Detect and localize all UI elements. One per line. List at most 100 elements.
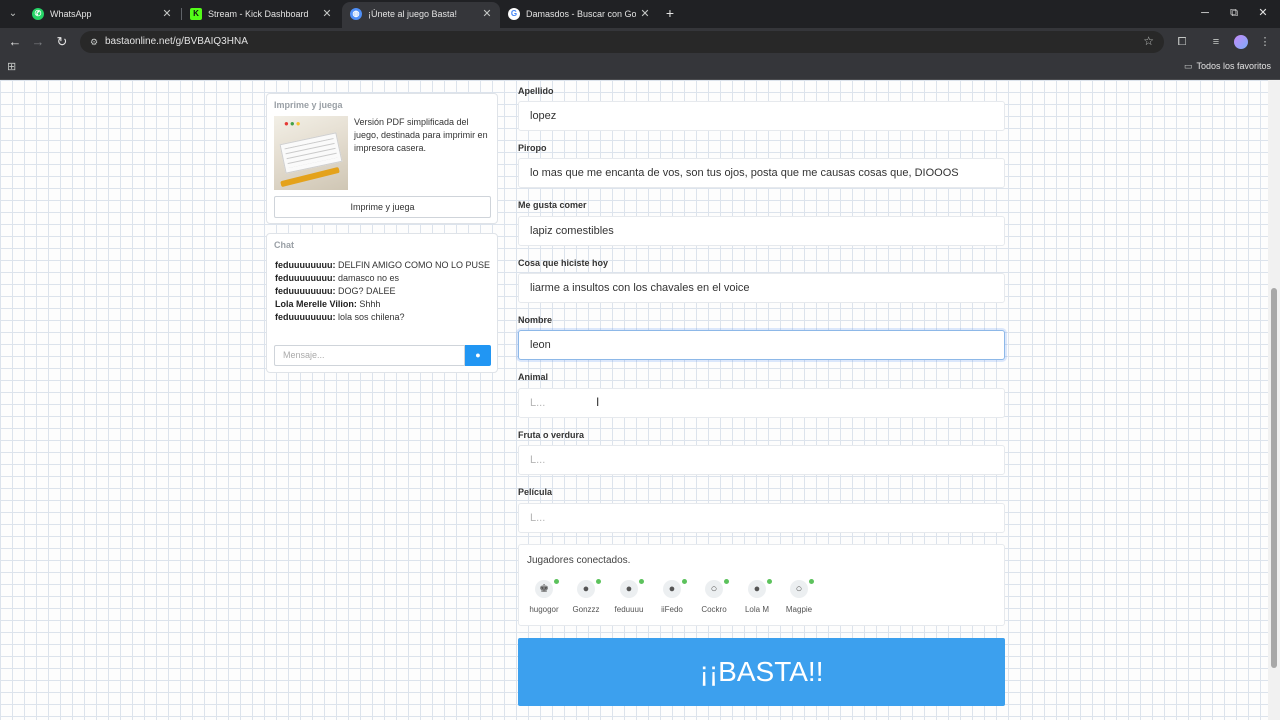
input-pelicula[interactable]: L... xyxy=(518,503,1005,533)
whatsapp-icon: ✆ xyxy=(32,8,44,20)
profile-avatar[interactable] xyxy=(1234,35,1248,49)
players-title: Jugadores conectados. xyxy=(527,555,631,566)
label-animal: Animal xyxy=(518,372,549,382)
text-cursor-icon: I xyxy=(596,395,600,409)
chat-text: damasco no es xyxy=(335,273,400,283)
tab-basta[interactable]: ◍ ¡Únete al juego Basta! ✕ xyxy=(342,2,500,28)
input-cosa-que-hiciste-hoy[interactable]: liarme a insultos con los chavales en el… xyxy=(518,273,1005,303)
tab-title: Stream - Kick Dashboard xyxy=(208,9,309,19)
chat-messages: feduuuuuuuu: DELFIN AMIGO COMO NO LO PUS… xyxy=(275,259,490,324)
tab-whatsapp[interactable]: ✆ WhatsApp ✕ xyxy=(24,2,180,28)
reload-icon[interactable]: ↻ xyxy=(53,33,71,51)
chat-user: Lola Merelle Vilion: xyxy=(275,299,357,309)
tab-kick[interactable]: K Stream - Kick Dashboard ✕ xyxy=(182,2,340,28)
site-info-icon[interactable]: ⚙ xyxy=(88,36,100,48)
chat-send-button[interactable]: ● xyxy=(465,345,491,366)
bookmarks-bar: ⊞ ▭ Todos los favoritos xyxy=(0,56,1280,80)
close-window-icon[interactable]: ✕ xyxy=(1248,4,1278,22)
extensions-icon[interactable]: ⧠ xyxy=(1173,33,1191,51)
basta-button[interactable]: ¡¡BASTA!! xyxy=(518,638,1005,706)
maximize-icon[interactable]: ⧉ xyxy=(1219,4,1249,22)
speech-bubble-icon: ● xyxy=(475,350,481,360)
input-animal[interactable]: L... xyxy=(518,388,1005,418)
tab-search-chevron-icon[interactable]: ⌄ xyxy=(4,5,22,23)
chat-text: Shhh xyxy=(356,299,381,309)
chat-text: DELFIN AMIGO COMO NO LO PUSE xyxy=(335,260,491,270)
input-nombre[interactable]: leon xyxy=(518,330,1005,360)
chat-message: feduuuuuuuu: damasco no es xyxy=(275,272,490,285)
address-bar[interactable]: ⚙ bastaonline.net/g/BVBAIQ3HNA ☆ xyxy=(80,31,1164,53)
chat-message: feduuuuuuuu: DOG? DALEE xyxy=(275,285,490,298)
input-apellido[interactable]: lopez xyxy=(518,101,1005,131)
tab-google[interactable]: G Damasdos - Buscar con Google ✕ xyxy=(500,2,658,28)
tab-strip: ⌄ ✆ WhatsApp ✕ K Stream - Kick Dashboard… xyxy=(0,0,1280,28)
tab-title: WhatsApp xyxy=(50,9,92,19)
all-bookmarks-label: Todos los favoritos xyxy=(1196,61,1271,71)
input-fruta-o-verdura[interactable]: L... xyxy=(518,445,1005,475)
tab-title: Damasdos - Buscar con Google xyxy=(526,9,636,19)
label-cosa-que-hiciste-hoy: Cosa que hiciste hoy xyxy=(518,258,609,268)
user-icon: ○ xyxy=(705,580,723,598)
label-nombre: Nombre xyxy=(518,315,553,325)
chat-text: DOG? DALEE xyxy=(335,286,396,296)
minimize-icon[interactable]: ─ xyxy=(1190,4,1220,22)
chat-user: feduuuuuuuu: xyxy=(275,286,336,296)
all-bookmarks-button[interactable]: ▭ Todos los favoritos xyxy=(1184,61,1271,72)
online-dot xyxy=(809,579,814,584)
player-item[interactable]: ● Lola M xyxy=(739,579,775,620)
url-text: bastaonline.net/g/BVBAIQ3HNA xyxy=(105,36,248,47)
label-apellido: Apellido xyxy=(518,86,554,96)
close-tab-icon[interactable]: ✕ xyxy=(638,7,652,21)
user-crown-icon: ♚ xyxy=(535,580,553,598)
chat-message-input[interactable]: Mensaje... xyxy=(274,345,465,366)
google-icon: G xyxy=(508,8,520,20)
back-arrow-icon[interactable]: ← xyxy=(6,33,24,51)
logo-dots: ●●● xyxy=(284,119,302,128)
player-item[interactable]: ● Gonzzz xyxy=(568,579,604,620)
online-dot xyxy=(682,579,687,584)
input-me-gusta-comer[interactable]: lapiz comestibles xyxy=(518,216,1005,246)
player-item[interactable]: ○ Magpie xyxy=(781,579,817,620)
user-icon: ● xyxy=(620,580,638,598)
bookmark-star-icon[interactable]: ☆ xyxy=(1143,34,1154,48)
new-tab-plus-icon[interactable]: + xyxy=(662,5,678,21)
label-fruta-o-verdura: Fruta o verdura xyxy=(518,430,585,440)
online-dot xyxy=(724,579,729,584)
online-dot xyxy=(767,579,772,584)
chat-title: Chat xyxy=(274,240,294,250)
reading-list-icon[interactable]: ≡ xyxy=(1207,33,1225,51)
chat-message: feduuuuuuuu: lola sos chilena? xyxy=(275,311,490,324)
input-piropo[interactable]: lo mas que me encanta de vos, son tus oj… xyxy=(518,158,1005,188)
apps-grid-icon[interactable]: ⊞ xyxy=(7,61,19,73)
print-description: Versión PDF simplificada del juego, dest… xyxy=(354,117,488,153)
player-name: Magpie xyxy=(785,605,813,614)
scrollbar-thumb[interactable] xyxy=(1271,288,1277,668)
print-and-play-button[interactable]: Imprime y juega xyxy=(274,196,491,218)
basta-pdf-thumbnail: ●●● xyxy=(274,116,348,190)
tab-title: ¡Únete al juego Basta! xyxy=(368,9,458,19)
player-name: Lola M xyxy=(744,605,769,614)
globe-icon: ◍ xyxy=(350,8,362,20)
label-me-gusta-comer: Me gusta comer xyxy=(518,200,587,210)
browser-toolbar: ← → ↻ ⚙ bastaonline.net/g/BVBAIQ3HNA ☆ ⧠… xyxy=(0,28,1280,56)
player-name: feduuuu xyxy=(614,605,644,614)
label-pelicula: Película xyxy=(518,487,553,497)
user-icon: ● xyxy=(748,580,766,598)
online-dot xyxy=(639,579,644,584)
menu-kebab-icon[interactable]: ⋮ xyxy=(1256,33,1274,51)
print-card: Imprime y juega ●●● Versión PDF simplifi… xyxy=(266,93,498,224)
player-name: Gonzzz xyxy=(572,605,600,614)
player-item[interactable]: ● iiFedo xyxy=(654,579,690,620)
chat-text: lola sos chilena? xyxy=(335,312,405,322)
player-item[interactable]: ○ Cockro xyxy=(696,579,732,620)
close-tab-icon[interactable]: ✕ xyxy=(320,7,334,21)
close-tab-icon[interactable]: ✕ xyxy=(160,7,174,21)
forward-arrow-icon[interactable]: → xyxy=(29,33,47,51)
user-icon: ● xyxy=(663,580,681,598)
player-item[interactable]: ♚ hugogor xyxy=(526,579,562,620)
user-icon: ● xyxy=(577,580,595,598)
online-dot xyxy=(554,579,559,584)
player-name: hugogor xyxy=(529,605,559,614)
player-item[interactable]: ● feduuuu xyxy=(611,579,647,620)
close-tab-icon[interactable]: ✕ xyxy=(480,7,494,21)
